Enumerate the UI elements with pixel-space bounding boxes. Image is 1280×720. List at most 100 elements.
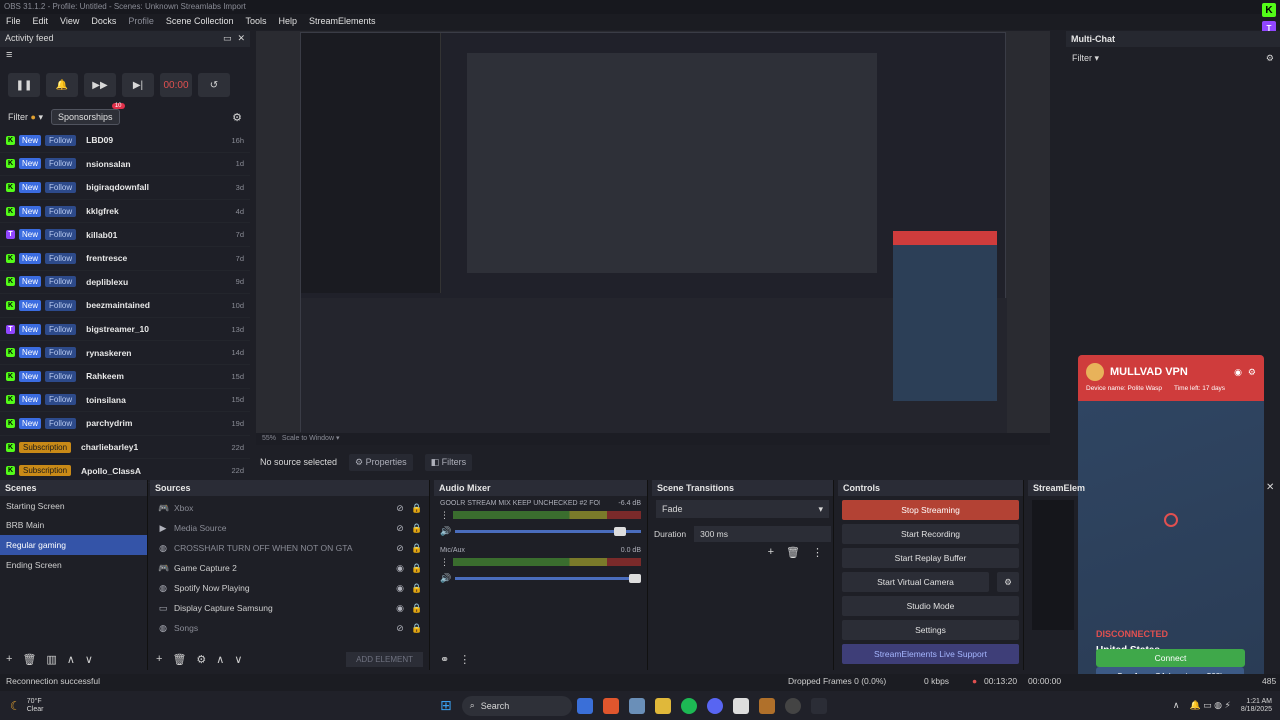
visibility-icon[interactable]: ⊘ [395, 523, 405, 534]
scene-item[interactable]: Starting Screen [0, 496, 147, 516]
feed-row[interactable]: K New Follow LBD09 16h [0, 129, 250, 153]
lock-icon[interactable]: 🔒 [411, 623, 422, 634]
source-item[interactable]: ◍ CROSSHAIR TURN OFF WHEN NOT ON GTA ⊘ 🔒 [150, 538, 429, 558]
menu-streamelements[interactable]: StreamElements [309, 16, 376, 28]
filter-dropdown[interactable]: Filter ● ▾ [8, 112, 43, 123]
menu-file[interactable]: File [6, 16, 21, 28]
lock-icon[interactable]: 🔒 [411, 603, 422, 614]
vpn-connect-button[interactable]: Connect [1096, 649, 1245, 667]
feed-row[interactable]: K New Follow toinsilana 15d [0, 389, 250, 413]
tray-chevron-icon[interactable]: ∧ [1173, 700, 1180, 711]
skip-button[interactable]: ▶| [122, 73, 154, 97]
volume-slider-handle[interactable] [614, 526, 627, 536]
source-item[interactable]: ◍ Songs ⊘ 🔒 [150, 618, 429, 638]
scale-label[interactable]: Scale to Window [282, 435, 334, 442]
feed-row[interactable]: K New Follow kklgfrek 4d [0, 200, 250, 224]
gear-icon[interactable]: ⚙ [232, 111, 242, 124]
scene-item[interactable]: Regular gaming [0, 535, 147, 555]
add-source-icon[interactable]: + [156, 653, 162, 665]
timer-button[interactable]: 00:00 [160, 73, 192, 97]
obs-icon[interactable] [784, 697, 801, 714]
feed-row[interactable]: K New Follow Rahkeem 15d [0, 365, 250, 389]
streamelements-close-icon[interactable]: ✕ [1266, 482, 1274, 493]
settings-button[interactable]: Settings [842, 620, 1019, 640]
menu-scene-collection[interactable]: Scene Collection [166, 16, 234, 28]
studio-mode-button[interactable]: Studio Mode [842, 596, 1019, 616]
taskview-icon[interactable] [628, 697, 645, 714]
visibility-icon[interactable]: ◉ [395, 563, 405, 574]
visibility-icon[interactable]: ⊘ [395, 503, 405, 514]
add-element-button[interactable]: ADD ELEMENT [346, 651, 423, 667]
pause-button[interactable]: ❚❚ [8, 73, 40, 97]
source-up-icon[interactable]: ∧ [216, 653, 224, 666]
feed-row[interactable]: K New Follow parchydrim 19d [0, 412, 250, 436]
remove-scene-icon[interactable]: 🗑 [22, 653, 36, 666]
filters-button[interactable]: ◧ Filters [424, 453, 473, 471]
program-preview[interactable] [256, 31, 1050, 433]
multichat-filter[interactable]: Filter ▾ [1072, 53, 1099, 64]
source-item[interactable]: ▶ Media Source ⊘ 🔒 [150, 518, 429, 538]
speaker-icon[interactable]: 🔊 [440, 526, 451, 537]
feed-row[interactable]: K Subscription charliebarley1 22d [0, 436, 250, 460]
spotify-icon[interactable] [680, 697, 697, 714]
feed-row[interactable]: K New Follow rynaskeren 14d [0, 341, 250, 365]
channel-menu-icon[interactable]: ⋮ [440, 557, 449, 568]
feed-row[interactable]: K New Follow bigiraqdownfall 3d [0, 176, 250, 200]
feed-row[interactable]: T New Follow bigstreamer_10 13d [0, 318, 250, 342]
taskbar-search[interactable]: ⌕ Search [461, 695, 572, 716]
lock-icon[interactable]: 🔒 [411, 523, 422, 534]
menu-tools[interactable]: Tools [245, 16, 266, 28]
feed-row[interactable]: T New Follow killab01 7d [0, 223, 250, 247]
xbox-icon[interactable] [810, 697, 827, 714]
add-scene-icon[interactable]: + [6, 653, 12, 665]
menu-edit[interactable]: Edit [33, 16, 49, 28]
volume-slider-handle[interactable] [629, 573, 641, 583]
start-replay-buffer-button[interactable]: Start Replay Buffer [842, 548, 1019, 568]
feed-row[interactable]: K New Follow frentresce 7d [0, 247, 250, 271]
discord-icon[interactable] [706, 697, 723, 714]
source-down-icon[interactable]: ∨ [234, 653, 242, 666]
undock-icon[interactable]: ▭ [223, 33, 232, 45]
visibility-icon[interactable]: ◉ [395, 583, 405, 594]
weather-widget[interactable]: ☾ 70°F Clear [0, 698, 44, 714]
channel-menu-icon[interactable]: ⋮ [440, 510, 449, 521]
menu-docks[interactable]: Docks [91, 16, 116, 28]
lock-icon[interactable]: 🔒 [411, 543, 422, 554]
folder-icon[interactable] [654, 697, 671, 714]
audio-link-icon[interactable]: ⚭ [440, 653, 449, 666]
transition-select[interactable]: Fade ▾ [656, 500, 829, 518]
scene-item[interactable]: Ending Screen [0, 555, 147, 575]
audio-menu-icon[interactable]: ⋮ [459, 653, 470, 666]
feed-row[interactable]: K New Follow beezmaintained 10d [0, 294, 250, 318]
vpn-settings-icon[interactable]: ⚙ [1248, 367, 1256, 378]
menu-profile[interactable]: Profile [128, 16, 154, 28]
properties-button[interactable]: ⚙ Properties [349, 453, 413, 471]
filter-scene-icon[interactable]: ▥ [46, 653, 56, 666]
app-icon[interactable] [758, 697, 775, 714]
volume-slider[interactable] [455, 573, 641, 583]
virtual-camera-gear-icon[interactable]: ⚙ [997, 572, 1019, 592]
bell-button[interactable]: 🔔 [46, 73, 78, 97]
lock-icon[interactable]: 🔒 [411, 503, 422, 514]
feed-row[interactable]: K New Follow depliblexu 9d [0, 271, 250, 295]
move-up-icon[interactable]: ∧ [67, 653, 75, 666]
visibility-icon[interactable]: ⊘ [395, 623, 405, 634]
lock-icon[interactable]: 🔒 [411, 563, 422, 574]
menu-view[interactable]: View [60, 16, 79, 28]
fast-forward-button[interactable]: ▶▶ [84, 73, 116, 97]
tray-icons[interactable]: 🔔 ▭ ◍ ⚡ [1189, 700, 1230, 711]
move-down-icon[interactable]: ∨ [85, 653, 93, 666]
start-icon[interactable]: ⊞ [440, 697, 452, 714]
stop-streaming-button[interactable]: Stop Streaming [842, 500, 1019, 520]
history-button[interactable]: ↺ [198, 73, 230, 97]
chrome-icon[interactable] [576, 697, 593, 714]
brave-icon[interactable] [602, 697, 619, 714]
remove-transition-icon[interactable]: 🗑 [786, 546, 800, 559]
sponsorships-button[interactable]: Sponsorships 10 [50, 103, 125, 125]
streamelements-support-button[interactable]: StreamElements Live Support [842, 644, 1019, 664]
visibility-icon[interactable]: ⊘ [395, 543, 405, 554]
source-item[interactable]: ◍ Spotify Now Playing ◉ 🔒 [150, 578, 429, 598]
scene-item[interactable]: BRB Main [0, 516, 147, 536]
volume-slider[interactable] [455, 526, 641, 536]
source-item[interactable]: 🎮 Xbox ⊘ 🔒 [150, 498, 429, 518]
